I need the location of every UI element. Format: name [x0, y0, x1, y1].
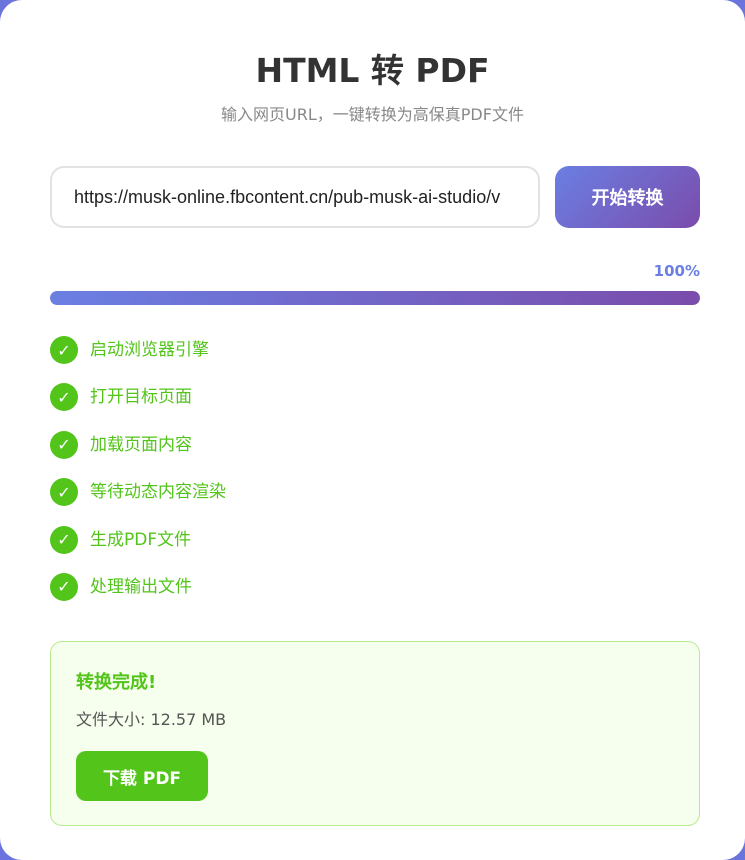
url-input[interactable] [50, 166, 540, 228]
step-label: 加载页面内容 [90, 434, 192, 455]
step-label: 启动浏览器引擎 [90, 340, 209, 360]
step-label: 处理输出文件 [90, 576, 192, 597]
step-label: 生成PDF文件 [90, 529, 192, 550]
step-item: ✓ 生成PDF文件 [50, 525, 700, 573]
step-item: ✓ 等待动态内容渲染 [50, 478, 700, 525]
page-title: HTML 转 PDF [255, 51, 490, 90]
result-title: 转换完成! [76, 672, 157, 693]
start-convert-button[interactable]: 开始转换 [555, 166, 700, 228]
check-icon: ✓ [50, 430, 78, 459]
download-pdf-button[interactable]: 下载 PDF [76, 751, 208, 801]
result-panel: 转换完成! 文件大小: 12.57 MB 下载 PDF [50, 641, 700, 826]
step-item: ✓ 启动浏览器引擎 [50, 336, 700, 383]
progress-fill [50, 291, 700, 305]
check-icon: ✓ [50, 478, 78, 507]
page-subtitle: 输入网页URL，一键转换为高保真PDF文件 [221, 105, 524, 124]
converter-card: HTML 转 PDF 输入网页URL，一键转换为高保真PDF文件 开始转换 10… [0, 0, 745, 860]
progress-percent: 100% [653, 262, 700, 280]
progress-bar [50, 291, 700, 305]
step-label: 打开目标页面 [90, 387, 192, 408]
step-list: ✓ 启动浏览器引擎 ✓ 打开目标页面 ✓ 加载页面内容 ✓ 等待动态内容渲染 ✓… [50, 336, 700, 620]
step-item: ✓ 打开目标页面 [50, 383, 700, 430]
step-label: 等待动态内容渲染 [90, 482, 226, 503]
check-icon: ✓ [50, 572, 78, 601]
check-icon: ✓ [50, 336, 78, 364]
check-icon: ✓ [50, 525, 78, 554]
file-size-text: 文件大小: 12.57 MB [76, 710, 227, 729]
step-item: ✓ 加载页面内容 [50, 430, 700, 478]
step-item: ✓ 处理输出文件 [50, 572, 700, 620]
check-icon: ✓ [50, 383, 78, 412]
